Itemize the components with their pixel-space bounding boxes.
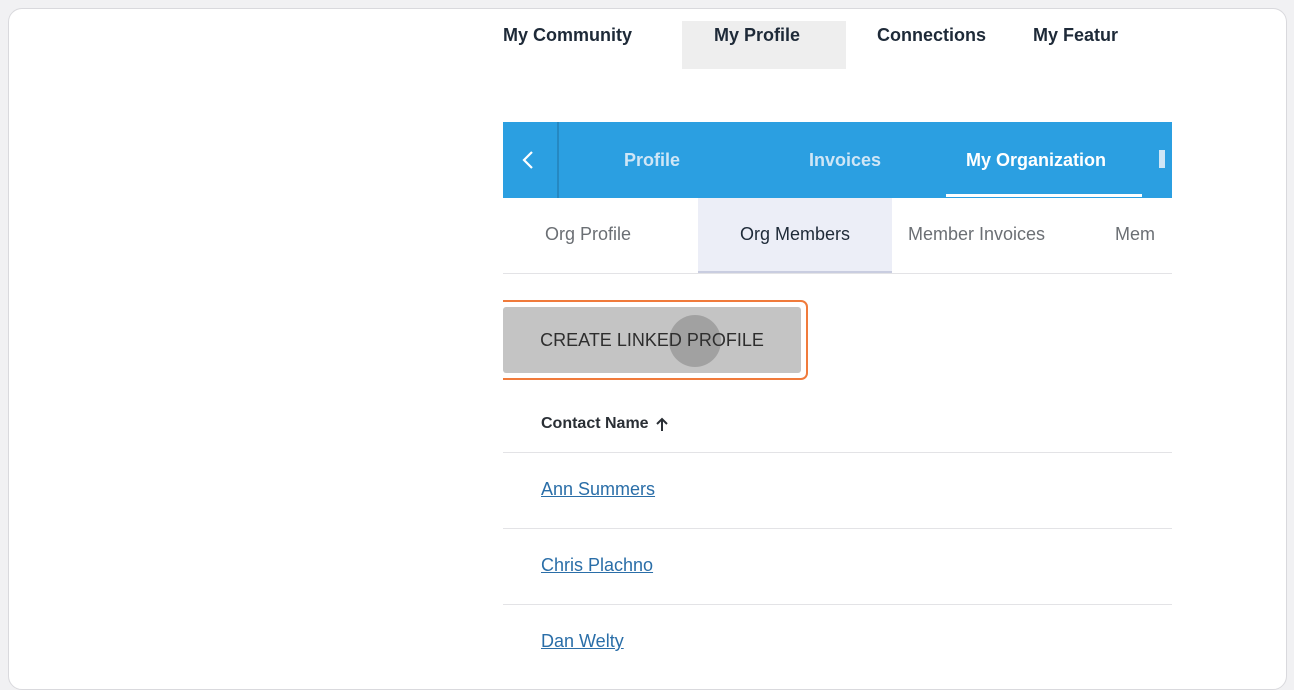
table-header: Contact Name	[503, 389, 1172, 453]
column-contact-name[interactable]: Contact Name	[541, 415, 649, 433]
table-row: Chris Plachno	[503, 529, 1172, 605]
active-tab-indicator	[946, 194, 1142, 197]
nav-my-features[interactable]: My Featur	[1031, 21, 1172, 69]
subtab-org-profile[interactable]: Org Profile	[545, 198, 631, 273]
chevron-left-icon	[522, 151, 533, 169]
profile-tab-bar: Profile Invoices My Organization	[503, 122, 1172, 198]
browser-frame: My Community My Profile Connections My F…	[8, 8, 1287, 690]
nav-my-profile[interactable]: My Profile	[682, 21, 846, 69]
subtab-org-members[interactable]: Org Members	[698, 198, 892, 273]
tab-invoices[interactable]: Invoices	[809, 122, 881, 198]
contact-link[interactable]: Dan Welty	[541, 631, 624, 652]
nav-my-community[interactable]: My Community	[503, 21, 682, 69]
subtab-member-invoices[interactable]: Member Invoices	[908, 198, 1045, 273]
nav-connections[interactable]: Connections	[846, 21, 1031, 69]
tab-my-organization[interactable]: My Organization	[966, 122, 1106, 198]
tab-scroll-back-button[interactable]	[503, 122, 559, 198]
table-row: Dan Welty	[503, 605, 1172, 681]
tab-profile[interactable]: Profile	[624, 122, 680, 198]
create-linked-profile-button[interactable]: CREATE LINKED PROFILE	[503, 307, 801, 373]
arrow-up-icon	[656, 417, 668, 431]
contact-link[interactable]: Chris Plachno	[541, 555, 653, 576]
page-content: My Community My Profile Connections My F…	[503, 9, 1172, 689]
table-row: Ann Summers	[503, 453, 1172, 529]
subtab-member-clipped[interactable]: Mem	[1115, 198, 1155, 273]
org-subtabs: Org Profile Org Members Member Invoices …	[503, 198, 1172, 274]
clipped-tab[interactable]	[1159, 150, 1165, 168]
create-linked-profile-label: CREATE LINKED PROFILE	[540, 330, 764, 350]
contact-link[interactable]: Ann Summers	[541, 479, 655, 500]
top-nav: My Community My Profile Connections My F…	[503, 21, 1172, 73]
